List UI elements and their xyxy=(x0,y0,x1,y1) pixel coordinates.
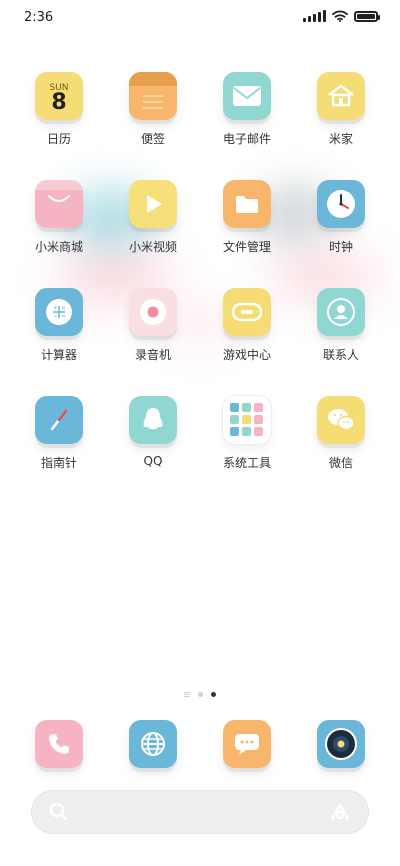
phone-icon xyxy=(35,720,83,768)
app-label: 文件管理 xyxy=(222,240,271,254)
app-mi-store[interactable]: 小米商城 xyxy=(12,180,106,255)
penguin-icon xyxy=(129,396,177,444)
assistant-icon[interactable] xyxy=(329,802,351,822)
clock-icon xyxy=(317,180,365,228)
folder-icon xyxy=(223,180,271,228)
compass-icon xyxy=(35,396,83,444)
page-dot-active[interactable] xyxy=(211,692,216,697)
record-icon xyxy=(129,288,177,336)
app-system-tools-folder[interactable]: 系统工具 xyxy=(200,396,294,471)
clock-time: 2:36 xyxy=(24,10,54,25)
dock-phone[interactable] xyxy=(12,720,106,768)
dock-messages[interactable] xyxy=(200,720,294,768)
app-label: 小米商城 xyxy=(34,240,83,254)
app-label: 便签 xyxy=(140,132,165,146)
dock-camera[interactable] xyxy=(294,720,388,768)
gamepad-icon xyxy=(223,288,271,336)
dock-browser[interactable] xyxy=(106,720,200,768)
svg-text:=: = xyxy=(61,313,66,320)
shopping-bag-icon xyxy=(35,180,83,228)
page-dot[interactable] xyxy=(198,692,203,697)
app-notes[interactable]: 便签 xyxy=(106,72,200,147)
battery-icon xyxy=(354,10,380,22)
app-calendar[interactable]: SUN 8 日历 xyxy=(12,72,106,147)
status-bar: 2:36 xyxy=(0,0,400,34)
app-contacts[interactable]: 联系人 xyxy=(294,288,388,363)
page-indicator[interactable] xyxy=(0,692,400,697)
page-dot[interactable] xyxy=(184,692,190,697)
camera-icon xyxy=(317,720,365,768)
app-calculator[interactable]: + × − = 计算器 xyxy=(12,288,106,363)
status-icons xyxy=(303,10,380,22)
signal-icon xyxy=(303,10,326,22)
app-compass[interactable]: 指南针 xyxy=(12,396,106,471)
app-qq[interactable]: QQ xyxy=(106,396,200,471)
app-email[interactable]: 电子邮件 xyxy=(200,72,294,147)
messages-icon xyxy=(223,720,271,768)
svg-text:×: × xyxy=(61,305,66,312)
mail-icon xyxy=(223,72,271,120)
app-label: 日历 xyxy=(46,132,71,146)
notes-icon xyxy=(129,72,177,120)
app-label: 时钟 xyxy=(328,240,353,254)
calendar-icon: SUN 8 xyxy=(35,72,83,120)
app-label: 游戏中心 xyxy=(222,348,271,362)
search-bar[interactable] xyxy=(31,790,369,834)
svg-text:−: − xyxy=(53,313,58,320)
calculator-icon: + × − = xyxy=(35,288,83,336)
app-label: 联系人 xyxy=(322,348,359,362)
contact-icon xyxy=(317,288,365,336)
app-label: 米家 xyxy=(328,132,353,146)
app-grid: SUN 8 日历 便签 电子邮件 米家 小米商城 小米视频 文件管理 时钟 + … xyxy=(12,72,388,471)
app-clock[interactable]: 时钟 xyxy=(294,180,388,255)
app-file-manager[interactable]: 文件管理 xyxy=(200,180,294,255)
folder-grid-icon xyxy=(223,396,271,444)
app-label: 系统工具 xyxy=(222,456,271,470)
app-game-center[interactable]: 游戏中心 xyxy=(200,288,294,363)
app-label: 指南针 xyxy=(40,456,77,470)
wechat-icon xyxy=(317,396,365,444)
svg-text:+: + xyxy=(53,305,58,312)
home-icon xyxy=(317,72,365,120)
dock xyxy=(12,720,388,768)
app-mi-home[interactable]: 米家 xyxy=(294,72,388,147)
search-icon xyxy=(49,802,68,821)
app-label: 录音机 xyxy=(134,348,171,362)
app-wechat[interactable]: 微信 xyxy=(294,396,388,471)
app-mi-video[interactable]: 小米视频 xyxy=(106,180,200,255)
play-icon xyxy=(129,180,177,228)
app-label: 计算器 xyxy=(40,348,77,362)
app-label: 小米视频 xyxy=(128,240,177,254)
wifi-icon xyxy=(332,10,348,22)
browser-globe-icon xyxy=(129,720,177,768)
calendar-date: 8 xyxy=(51,89,67,115)
app-label: QQ xyxy=(143,454,163,468)
app-label: 微信 xyxy=(328,456,353,470)
app-label: 电子邮件 xyxy=(222,132,271,146)
app-recorder[interactable]: 录音机 xyxy=(106,288,200,363)
